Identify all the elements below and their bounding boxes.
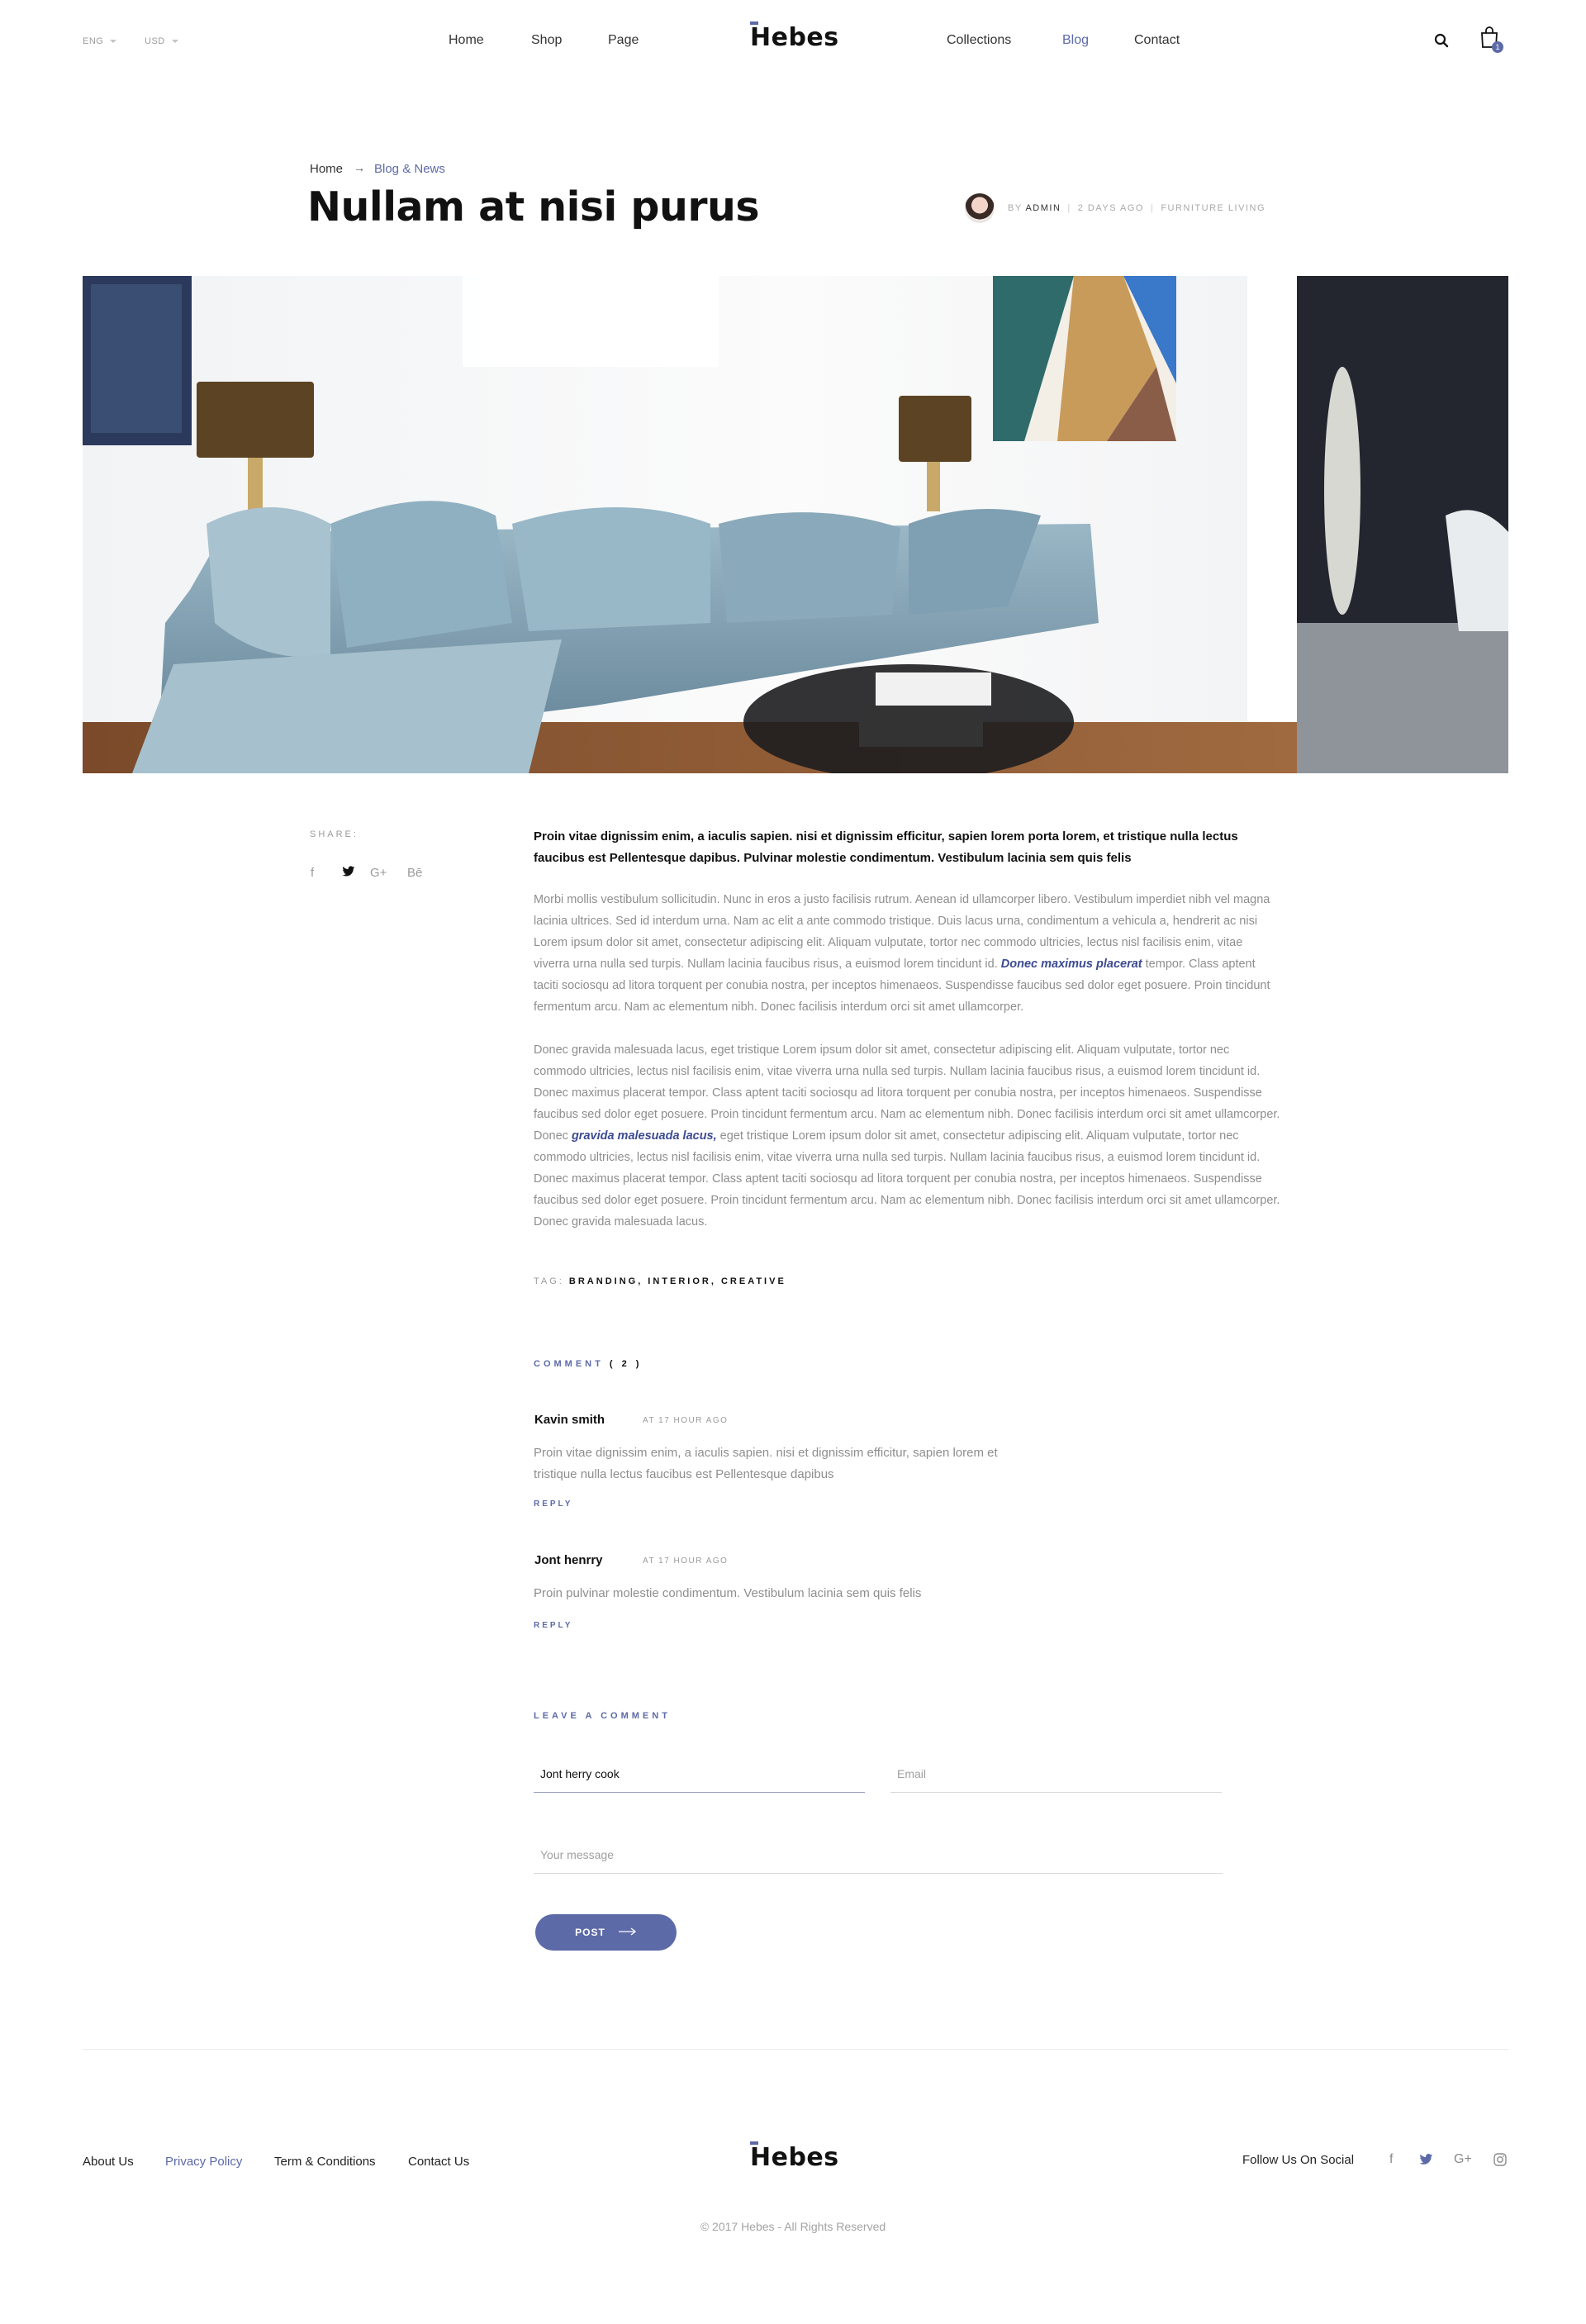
inline-link[interactable]: Donec maximus placerat — [1001, 958, 1142, 971]
search-icon[interactable] — [1434, 33, 1449, 48]
nav-contact[interactable]: Contact — [1134, 33, 1180, 48]
hero-image — [83, 276, 1508, 773]
google-plus-icon[interactable]: G+ — [370, 866, 387, 880]
comment-text: Proin pulvinar molestie condimentum. Ves… — [534, 1586, 922, 1600]
comment-author: Jont henrry — [534, 1553, 603, 1567]
twitter-icon[interactable] — [1419, 2154, 1433, 2170]
inline-link[interactable]: gravida malesuada lacus, — [572, 1129, 717, 1143]
footer-logo[interactable]: Hebes — [750, 2141, 839, 2172]
name-field[interactable] — [534, 1755, 865, 1793]
leave-comment-heading: LEAVE A COMMENT — [534, 1711, 671, 1721]
copyright: © 2017 Hebes - All Rights Reserved — [700, 2220, 886, 2233]
chevron-down-icon — [110, 40, 117, 44]
footer-logo-text: Hebes — [750, 2141, 839, 2172]
email-field[interactable] — [890, 1755, 1222, 1793]
comment-time: AT 17 HOUR AGO — [643, 1416, 729, 1425]
google-plus-icon[interactable]: G+ — [1454, 2152, 1472, 2167]
meta-time: 2 DAYS AGO — [1077, 203, 1144, 213]
currency-selector[interactable]: USD — [145, 36, 178, 46]
article-paragraph: Donec gravida malesuada lacus, eget tris… — [534, 1039, 1280, 1233]
instagram-icon[interactable] — [1493, 2153, 1507, 2170]
paragraph-text: eget tristique Lorem ipsum dolor sit ame… — [534, 1129, 1280, 1229]
footer-link-terms[interactable]: Term & Conditions — [274, 2155, 376, 2169]
reply-button[interactable]: REPLY — [534, 1621, 572, 1630]
paragraph-text: Donec gravida malesuada lacus, eget tris… — [534, 1043, 1280, 1143]
meta-category[interactable]: FURNITURE LIVING — [1161, 203, 1265, 213]
breadcrumb-home[interactable]: Home — [310, 162, 343, 176]
logo-text: Hebes — [750, 21, 839, 52]
follow-label: Follow Us On Social — [1242, 2153, 1355, 2167]
cart-count-badge: 1 — [1492, 41, 1503, 53]
article-lead: Proin vitae dignissim enim, a iaculis sa… — [534, 829, 1238, 865]
article-paragraph: Morbi mollis vestibulum sollicitudin. Nu… — [534, 889, 1280, 1018]
footer-link-contact[interactable]: Contact Us — [408, 2155, 469, 2169]
arrow-right-icon: → — [354, 161, 365, 174]
nav-home[interactable]: Home — [449, 33, 484, 48]
footer-link-about[interactable]: About Us — [83, 2155, 134, 2169]
meta-author[interactable]: ADMIN — [1025, 203, 1061, 213]
nav-page[interactable]: Page — [608, 33, 639, 48]
facebook-icon[interactable]: f — [1389, 2152, 1393, 2167]
share-label: SHARE: — [310, 829, 359, 839]
cart-button[interactable]: 1 — [1480, 26, 1503, 53]
footer-divider — [83, 2049, 1508, 2050]
comment-time: AT 17 HOUR AGO — [643, 1556, 729, 1566]
footer-link-privacy[interactable]: Privacy Policy — [165, 2155, 242, 2169]
living-room-illustration — [83, 276, 1508, 773]
nav-collections[interactable]: Collections — [947, 33, 1011, 48]
comments-count: ( 2 ) — [609, 1359, 643, 1369]
meta-by: BY — [1008, 203, 1023, 213]
post-tags: TAG: BRANDING, INTERIOR, CREATIVE — [534, 1276, 786, 1286]
breadcrumb-current[interactable]: Blog & News — [374, 162, 445, 176]
comment-author: Kavin smith — [534, 1413, 605, 1427]
currency-value: USD — [145, 36, 165, 46]
comment-text: Proin vitae dignissim enim, a iaculis sa… — [534, 1446, 998, 1481]
author-avatar — [965, 193, 995, 223]
twitter-icon[interactable] — [342, 866, 355, 881]
page-title: Nullam at nisi purus — [307, 183, 760, 230]
post-meta: BY ADMIN | 2 DAYS AGO | FURNITURE LIVING — [1008, 203, 1266, 213]
comments-heading: COMMENT ( 2 ) — [534, 1359, 642, 1369]
message-field[interactable] — [534, 1836, 1223, 1874]
logo[interactable]: Hebes — [750, 21, 839, 52]
behance-icon[interactable]: Bē — [407, 866, 422, 880]
reply-button[interactable]: REPLY — [534, 1499, 572, 1509]
facebook-icon[interactable]: f — [311, 866, 314, 880]
tag-label: TAG: — [534, 1276, 564, 1286]
chevron-down-icon — [171, 40, 178, 44]
nav-shop[interactable]: Shop — [531, 33, 562, 48]
comments-label: COMMENT — [534, 1359, 604, 1369]
language-value: ENG — [83, 36, 104, 46]
tag-list[interactable]: BRANDING, INTERIOR, CREATIVE — [569, 1276, 786, 1286]
nav-blog[interactable]: Blog — [1062, 33, 1089, 48]
arrow-right-icon — [618, 1927, 637, 1938]
post-button-label: POST — [575, 1927, 605, 1938]
language-selector[interactable]: ENG — [83, 36, 117, 46]
post-button[interactable]: POST — [535, 1914, 677, 1951]
